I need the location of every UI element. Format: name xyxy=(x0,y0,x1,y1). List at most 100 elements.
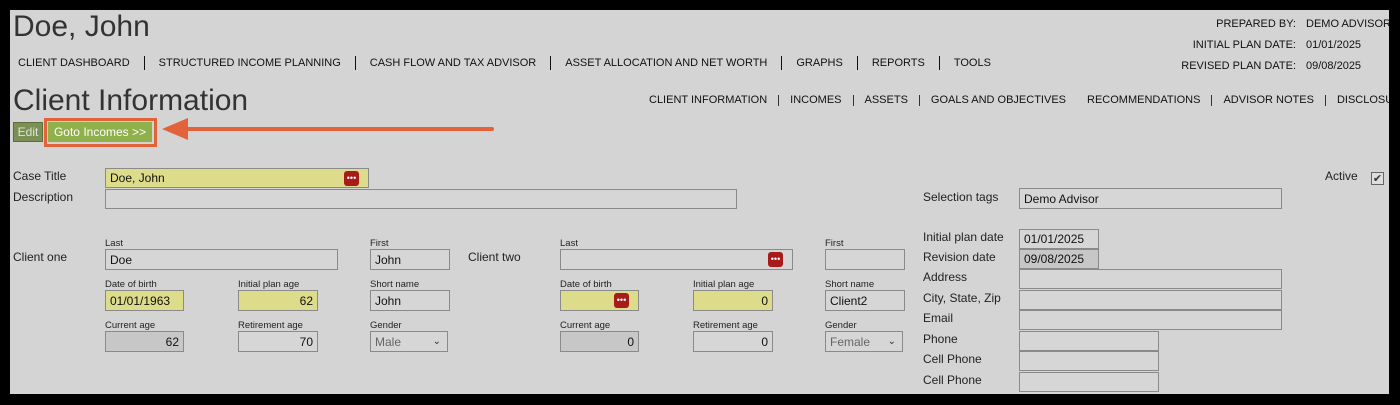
client-two-first-label: First xyxy=(825,238,844,249)
nav-separator xyxy=(143,56,145,70)
city-state-zip-label: City, State, Zip xyxy=(923,291,1001,305)
subnav-incomes[interactable]: INCOMES xyxy=(790,94,841,106)
revised-plan-date-value: 09/08/2025 xyxy=(1306,60,1362,72)
nav-client-dashboard[interactable]: CLIENT DASHBOARD xyxy=(18,57,130,69)
prepared-by-value: DEMO ADVISOR xyxy=(1306,18,1389,30)
city-state-zip-input[interactable] xyxy=(1019,290,1282,310)
client-two-initial-plan-age-input[interactable]: 0 xyxy=(693,290,773,311)
client-two-retirement-age-input[interactable]: 0 xyxy=(693,331,773,352)
client-one-dob-input[interactable]: 01/01/1963 xyxy=(105,290,184,311)
section-title: Client Information xyxy=(13,84,249,117)
client-name-heading: Doe, John xyxy=(13,10,150,43)
client-two-dob-input[interactable]: ••• xyxy=(560,290,639,311)
nav-cash-flow-tax-advisor[interactable]: CASH FLOW AND TAX ADVISOR xyxy=(370,57,536,69)
email-input[interactable] xyxy=(1019,310,1282,330)
client-two-short-name-input[interactable]: Client2 xyxy=(825,290,905,311)
client-two-retirement-age-label: Retirement age xyxy=(693,320,758,331)
nav-structured-income-planning[interactable]: STRUCTURED INCOME PLANNING xyxy=(159,57,341,69)
client-one-first-input[interactable]: John xyxy=(370,249,450,270)
callout-highlight-box xyxy=(44,118,157,147)
client-two-current-age-field: 0 xyxy=(560,331,639,352)
initial-plan-date-value: 01/01/2025 xyxy=(1306,39,1362,51)
subnav-separator xyxy=(1324,94,1326,106)
app-frame: Doe, John PREPARED BY: DEMO ADVISOR INIT… xyxy=(10,10,1389,394)
client-one-current-age-label: Current age xyxy=(105,320,156,331)
cell-phone-2-input[interactable] xyxy=(1019,372,1159,392)
nav-separator xyxy=(550,56,552,70)
revised-plan-date-label: REVISED PLAN DATE: xyxy=(1181,60,1296,72)
client-one-gender-label: Gender xyxy=(370,320,402,331)
client-one-short-name-label: Short name xyxy=(370,279,420,290)
initial-plan-date-input[interactable]: 01/01/2025 xyxy=(1019,229,1099,249)
description-input[interactable] xyxy=(105,189,737,209)
client-one-retirement-age-input[interactable]: 70 xyxy=(238,331,318,352)
sub-nav-right: RECOMMENDATIONS ADVISOR NOTES DISCLOSURE xyxy=(1087,94,1389,106)
case-title-input[interactable]: Doe, John ••• xyxy=(105,168,369,188)
nav-reports[interactable]: REPORTS xyxy=(872,57,925,69)
phone-label: Phone xyxy=(923,332,958,346)
client-one-last-label: Last xyxy=(105,238,123,249)
subnav-advisor-notes[interactable]: ADVISOR NOTES xyxy=(1223,94,1313,106)
client-one-short-name-input[interactable]: John xyxy=(370,290,450,311)
subnav-disclosure[interactable]: DISCLOSURE xyxy=(1337,94,1389,106)
cell-phone-input[interactable] xyxy=(1019,351,1159,371)
nav-separator xyxy=(938,56,940,70)
client-one-label: Client one xyxy=(13,250,68,264)
client-two-current-age-label: Current age xyxy=(560,320,611,331)
client-two-short-name-label: Short name xyxy=(825,279,875,290)
client-two-last-input[interactable]: ••• xyxy=(560,249,793,270)
subnav-recommendations[interactable]: RECOMMENDATIONS xyxy=(1087,94,1200,106)
active-label: Active xyxy=(1325,169,1358,183)
address-input[interactable] xyxy=(1019,269,1282,289)
nav-separator xyxy=(856,56,858,70)
chevron-down-icon: ⌄ xyxy=(887,336,896,347)
client-one-dob-label: Date of birth xyxy=(105,279,157,290)
client-one-gender-select[interactable]: Male ⌄ xyxy=(370,331,448,352)
client-one-initial-plan-age-input[interactable]: 62 xyxy=(238,290,318,311)
nav-separator xyxy=(781,56,783,70)
more-options-icon[interactable]: ••• xyxy=(768,252,783,267)
edit-button[interactable]: Edit xyxy=(13,122,43,142)
client-two-gender-select[interactable]: Female ⌄ xyxy=(825,331,903,352)
initial-plan-date-label: INITIAL PLAN DATE: xyxy=(1192,39,1296,51)
client-one-last-input[interactable]: Doe xyxy=(105,249,338,270)
subnav-separator xyxy=(852,94,854,106)
active-checkbox[interactable]: ✔ xyxy=(1371,172,1384,185)
case-title-value: Doe, John xyxy=(110,171,165,185)
initial-plan-date-field-label: Initial plan date xyxy=(923,230,1004,244)
client-two-gender-value: Female xyxy=(830,334,871,349)
client-two-initial-plan-age-label: Initial plan age xyxy=(693,279,755,290)
client-two-first-input[interactable] xyxy=(825,249,905,270)
sub-nav-left: CLIENT INFORMATION INCOMES ASSETS GOALS … xyxy=(649,94,1066,106)
nav-graphs[interactable]: GRAPHS xyxy=(796,57,842,69)
top-nav: CLIENT DASHBOARD STRUCTURED INCOME PLANN… xyxy=(18,56,991,70)
callout-arrow-icon xyxy=(162,118,494,140)
selection-tags-label: Selection tags xyxy=(923,190,999,204)
subnav-goals-objectives[interactable]: GOALS AND OBJECTIVES xyxy=(931,94,1066,106)
client-one-gender-value: Male xyxy=(375,334,402,349)
subnav-separator xyxy=(1211,94,1213,106)
subnav-client-information[interactable]: CLIENT INFORMATION xyxy=(649,94,767,106)
case-title-label: Case Title xyxy=(13,169,67,183)
description-label: Description xyxy=(13,190,74,204)
client-two-last-label: Last xyxy=(560,238,578,249)
more-options-icon[interactable]: ••• xyxy=(344,171,359,186)
client-two-dob-label: Date of birth xyxy=(560,279,612,290)
nav-tools[interactable]: TOOLS xyxy=(954,57,991,69)
client-one-retirement-age-label: Retirement age xyxy=(238,320,303,331)
phone-input[interactable] xyxy=(1019,331,1159,351)
client-one-first-label: First xyxy=(370,238,389,249)
address-label: Address xyxy=(923,270,968,284)
subnav-assets[interactable]: ASSETS xyxy=(865,94,908,106)
client-one-initial-plan-age-label: Initial plan age xyxy=(238,279,300,290)
nav-asset-allocation-net-worth[interactable]: ASSET ALLOCATION AND NET WORTH xyxy=(565,57,767,69)
cell-phone-2-label: Cell Phone xyxy=(923,373,982,387)
subnav-separator xyxy=(778,94,780,106)
subnav-separator xyxy=(918,94,920,106)
client-one-current-age-field: 62 xyxy=(105,331,184,352)
selection-tags-input[interactable]: Demo Advisor xyxy=(1019,188,1282,209)
revision-date-field: 09/08/2025 xyxy=(1019,249,1099,269)
more-options-icon[interactable]: ••• xyxy=(614,293,629,308)
email-label: Email xyxy=(923,311,954,325)
nav-separator xyxy=(354,56,356,70)
